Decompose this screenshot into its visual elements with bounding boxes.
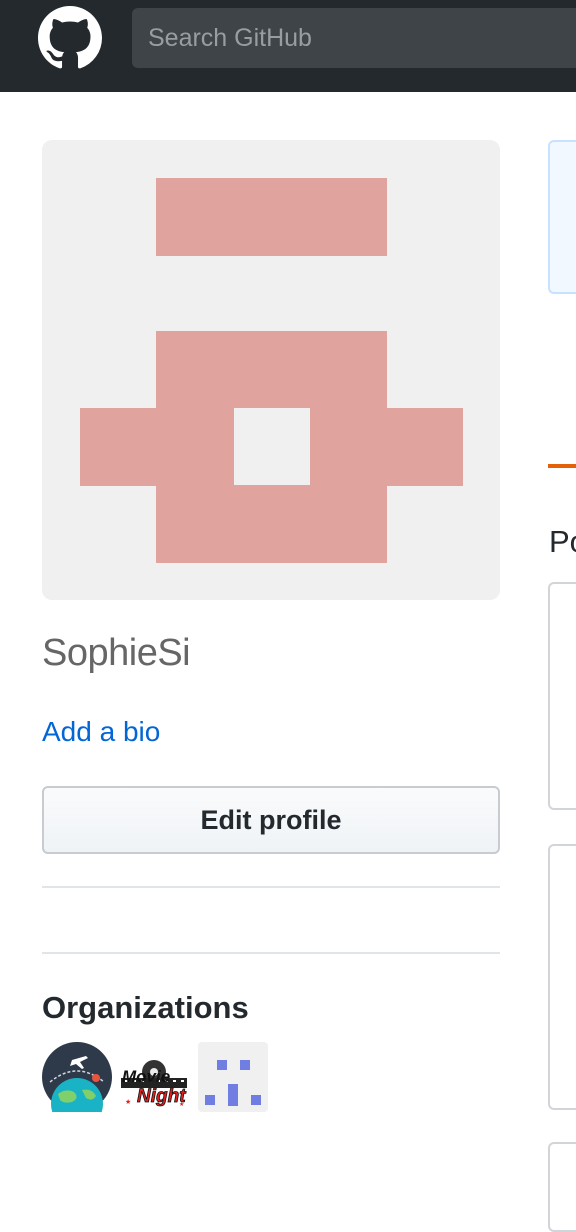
add-bio-link[interactable]: Add a bio: [42, 716, 160, 748]
svg-text:★: ★: [179, 1101, 184, 1108]
movie-night-org-icon: Movie Night ★ ★: [119, 1042, 189, 1112]
notice-box: [548, 140, 576, 294]
org-avatar-travel[interactable]: [42, 1042, 112, 1112]
pinned-heading: Po: [549, 524, 576, 559]
pinned-repo-card[interactable]: [548, 844, 576, 1110]
active-tab-underline: [548, 464, 576, 468]
travel-globe-org-icon: [42, 1042, 112, 1112]
identicon-org-icon: [198, 1042, 268, 1112]
divider: [42, 952, 500, 954]
identicon-avatar-icon: [80, 178, 463, 563]
organizations-heading: Organizations: [42, 990, 249, 1025]
github-logo-icon[interactable]: [38, 6, 102, 70]
search-input[interactable]: [132, 8, 576, 68]
profile-avatar[interactable]: [42, 140, 500, 600]
org-avatar-movie-night[interactable]: Movie Night ★ ★: [119, 1042, 189, 1112]
pinned-repo-card[interactable]: [548, 1142, 576, 1232]
org-avatar-identicon[interactable]: [198, 1042, 268, 1112]
profile-username: SophieSi: [42, 632, 191, 674]
svg-text:★: ★: [125, 1098, 131, 1106]
top-navbar: [0, 0, 576, 92]
divider: [42, 886, 500, 888]
svg-text:Movie: Movie: [122, 1067, 170, 1086]
edit-profile-button[interactable]: Edit profile: [42, 786, 500, 854]
pinned-repo-card[interactable]: [548, 582, 576, 810]
